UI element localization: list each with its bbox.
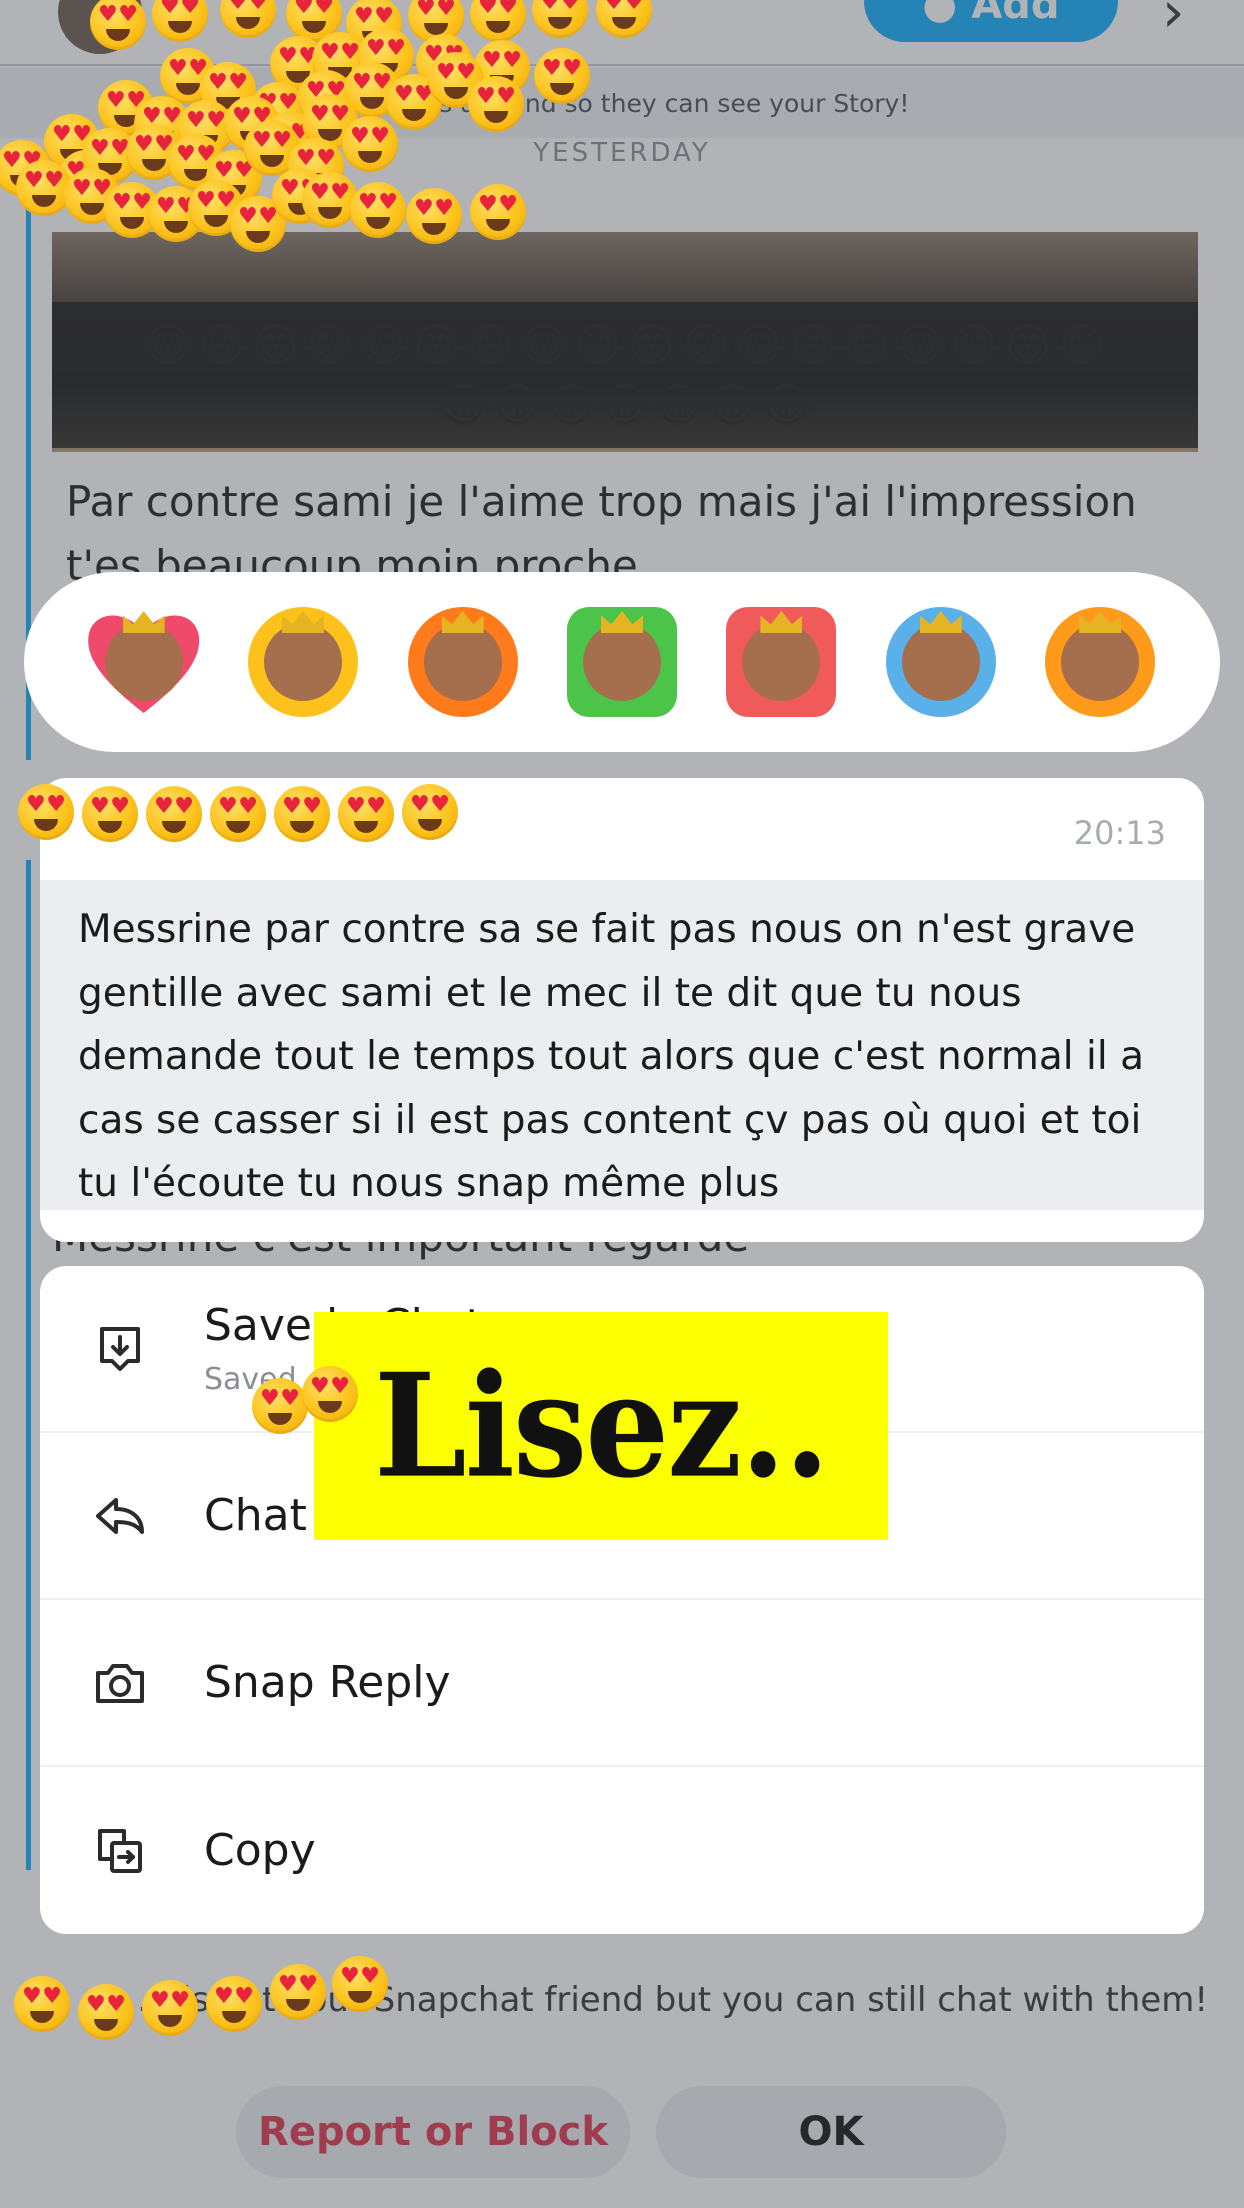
bitmoji-face-icon [734, 611, 829, 719]
message-body: Messrine par contre sa se fait pas nous … [40, 880, 1204, 1210]
bitmoji-face-icon [256, 611, 351, 719]
heart-eyes-emoji-icon [470, 184, 526, 240]
heart-eyes-emoji-icon [210, 786, 266, 842]
sticker-text: Lisez.. [373, 1342, 830, 1510]
heart-eyes-emoji-icon [342, 116, 398, 172]
heart-eyes-emoji-icon [402, 784, 458, 840]
copy-icon [98, 1828, 142, 1873]
heart-eyes-emoji-icon [406, 188, 462, 244]
sad-reaction[interactable] [882, 603, 1000, 721]
message-time: 20:13 [1073, 814, 1166, 852]
heart-eyes-emoji-icon [18, 784, 74, 840]
message-text: Messrine par contre sa se fait pas nous … [78, 907, 1144, 1206]
heart-eyes-emoji-icon [302, 1366, 358, 1422]
heart-eyes-emoji-icon [270, 1964, 326, 2020]
save-icon [100, 1326, 140, 1371]
heart-eyes-emoji-icon [146, 786, 202, 842]
heart-eyes-emoji-icon [350, 182, 406, 238]
heart-eyes-emoji-icon [82, 786, 138, 842]
heart-eyes-emoji-icon [78, 1984, 134, 2040]
bitmoji-face-icon [1053, 611, 1148, 719]
bitmoji-face-icon [574, 611, 669, 719]
heart-eyes-emoji-icon [142, 1980, 198, 2036]
text-sticker: Lisez.. [314, 1312, 888, 1540]
mind-blown-reaction[interactable] [1041, 603, 1159, 721]
bitmoji-face-icon [415, 611, 510, 719]
heart-eyes-emoji-icon [302, 172, 358, 228]
copy-item[interactable]: Copy [40, 1767, 1204, 1934]
heart-eyes-emoji-icon [332, 1956, 388, 2012]
heart-eyes-emoji-icon [252, 1378, 308, 1434]
copy-label: Copy [204, 1825, 316, 1876]
camera-icon [96, 1663, 144, 1703]
heart-eyes-emoji-icon [274, 786, 330, 842]
selected-message-card: 20:13 Messrine par contre sa se fait pas… [40, 778, 1204, 1242]
heart-eyes-emoji-icon [468, 76, 524, 132]
thumbs-up-reaction[interactable] [563, 603, 681, 721]
heart-eyes-emoji-icon [14, 1976, 70, 2032]
thumbs-down-reaction[interactable] [722, 603, 840, 721]
snap-reply-item[interactable]: Snap Reply [40, 1600, 1204, 1767]
reply-arrow-icon [96, 1497, 144, 1534]
heart-eyes-emoji-icon [206, 1976, 262, 2032]
laughing-reaction[interactable] [244, 603, 362, 721]
snap-reply-label: Snap Reply [204, 1657, 451, 1708]
bitmoji-face-icon [96, 611, 191, 719]
reaction-bar [24, 572, 1220, 752]
bitmoji-face-icon [893, 611, 988, 719]
heart-eyes-emoji-icon [16, 160, 72, 216]
heart-eyes-emoji-icon [534, 48, 590, 104]
heart-reaction[interactable] [85, 603, 203, 721]
fire-reaction[interactable] [404, 603, 522, 721]
heart-eyes-emoji-icon [338, 786, 394, 842]
